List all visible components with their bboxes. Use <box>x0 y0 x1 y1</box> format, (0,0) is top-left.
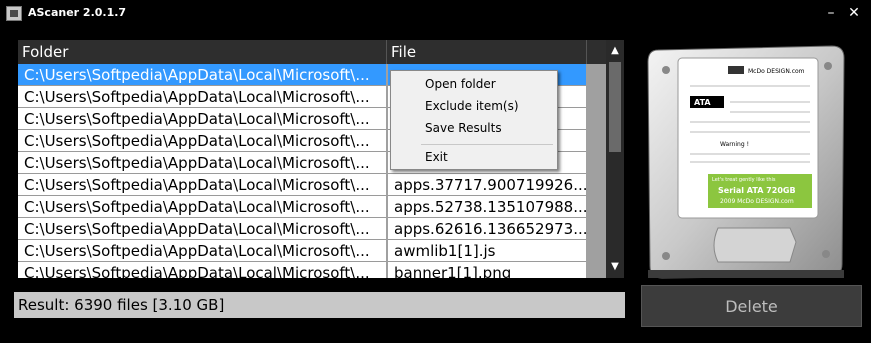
grid-header: Folder File <box>18 40 606 64</box>
scrollbar-thumb[interactable] <box>609 62 621 152</box>
file-cell[interactable]: apps.52738.135107988... <box>388 196 586 218</box>
menu-separator <box>421 144 553 145</box>
disk-serial: Serial ATA 720GB <box>718 186 796 195</box>
disk-brand: McDo DESIGN.com <box>748 68 805 75</box>
folder-cell[interactable]: C:\Users\Softpedia\AppData\Local\Microso… <box>18 130 386 152</box>
file-cell[interactable]: banner1[1].png <box>388 262 586 278</box>
menu-item-open-folder[interactable]: Open folder <box>391 73 557 95</box>
file-cell[interactable]: awmlib1[1].js <box>388 240 586 262</box>
disk-footer: 2009 McDo DESIGN.com <box>720 198 794 205</box>
app-icon <box>6 6 22 21</box>
table-row[interactable]: C:\Users\Softpedia\AppData\Local\Microso… <box>18 218 606 240</box>
folder-cell[interactable]: C:\Users\Softpedia\AppData\Local\Microso… <box>18 196 386 218</box>
close-button[interactable]: ✕ <box>843 3 865 23</box>
up-arrow-icon[interactable]: ▲ <box>606 42 624 60</box>
folder-cell[interactable]: C:\Users\Softpedia\AppData\Local\Microso… <box>18 108 386 130</box>
column-header-folder[interactable]: Folder <box>18 40 387 64</box>
menu-item-save-results[interactable]: Save Results <box>391 117 557 139</box>
title-bar: AScaner 2.0.1.7 – ✕ <box>0 0 871 30</box>
table-row[interactable]: C:\Users\Softpedia\AppData\Local\Microso… <box>18 262 606 278</box>
table-row[interactable]: C:\Users\Softpedia\AppData\Local\Microso… <box>18 240 606 262</box>
vertical-scrollbar[interactable]: ▲ ▼ <box>606 40 624 278</box>
file-cell[interactable]: apps.62616.136652973... <box>388 218 586 240</box>
menu-item-exit[interactable]: Exit <box>391 146 557 168</box>
column-header-file[interactable]: File <box>387 40 587 64</box>
folder-cell[interactable]: C:\Users\Softpedia\AppData\Local\Microso… <box>18 218 386 240</box>
folder-cell[interactable]: C:\Users\Softpedia\AppData\Local\Microso… <box>18 262 386 278</box>
hard-disk-image: McDo DESIGN.com ATA Warning ! Let's trea… <box>647 45 845 279</box>
folder-cell[interactable]: C:\Users\Softpedia\AppData\Local\Microso… <box>18 240 386 262</box>
menu-item-exclude-items[interactable]: Exclude item(s) <box>391 95 557 117</box>
disk-warning: Warning ! <box>720 141 749 148</box>
folder-cell[interactable]: C:\Users\Softpedia\AppData\Local\Microso… <box>18 86 386 108</box>
table-row[interactable]: C:\Users\Softpedia\AppData\Local\Microso… <box>18 174 606 196</box>
delete-button[interactable]: Delete <box>641 285 862 327</box>
disk-model: ATA <box>694 98 711 107</box>
folder-cell[interactable]: C:\Users\Softpedia\AppData\Local\Microso… <box>18 64 386 86</box>
minimize-button[interactable]: – <box>820 3 842 23</box>
disk-tagline: Let's treat gently like this <box>712 177 776 183</box>
folder-cell[interactable]: C:\Users\Softpedia\AppData\Local\Microso… <box>18 174 386 196</box>
table-row[interactable]: C:\Users\Softpedia\AppData\Local\Microso… <box>18 196 606 218</box>
result-summary: Result: 6390 files [3.10 GB] <box>14 292 625 318</box>
down-arrow-icon[interactable]: ▼ <box>606 258 624 276</box>
folder-cell[interactable]: C:\Users\Softpedia\AppData\Local\Microso… <box>18 152 386 174</box>
window-title: AScaner 2.0.1.7 <box>28 6 127 19</box>
context-menu: Open folder Exclude item(s) Save Results… <box>390 70 558 170</box>
file-cell[interactable]: apps.37717.900719926... <box>388 174 586 196</box>
